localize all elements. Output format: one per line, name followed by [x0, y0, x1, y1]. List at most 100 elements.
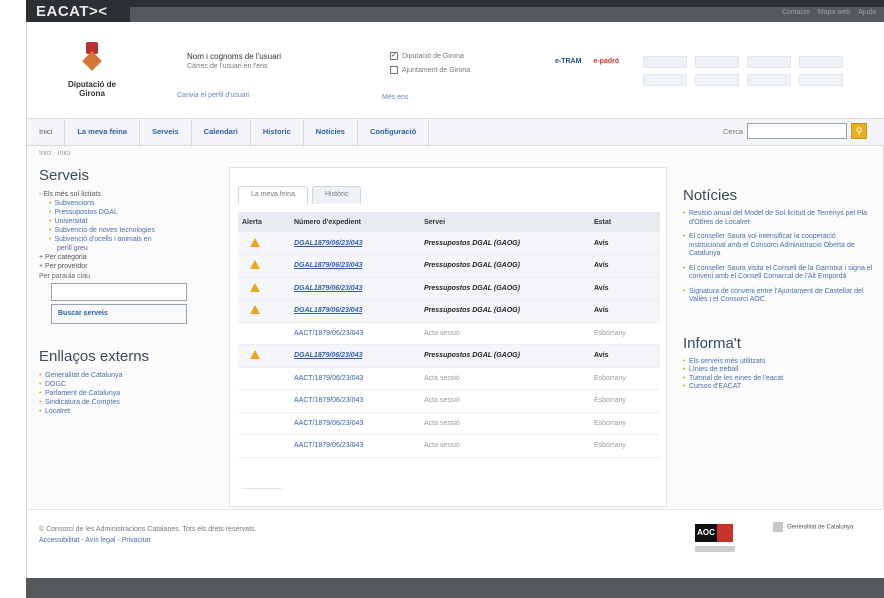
search-input[interactable]	[747, 123, 847, 139]
aoc-logo-mark: AOC	[695, 524, 717, 542]
table-row[interactable]: DGAL1879/06/23/043 Pressupostos DGAL (GAO…	[238, 299, 660, 323]
external-link[interactable]: Localret	[39, 407, 239, 416]
service-link[interactable]: Subvencions	[39, 199, 239, 208]
news-item[interactable]: Signatura de conveni entre l'Ajuntament …	[683, 288, 873, 305]
info-link[interactable]: Tutorial de les eines de l'eacat	[683, 375, 873, 384]
external-link[interactable]: Generalitat de Catalunya	[39, 371, 239, 380]
org-logo[interactable]: Diputació de Girona	[57, 42, 127, 98]
info-link[interactable]: Els serveis més utilitzats	[683, 358, 873, 367]
service-link-continued[interactable]: perill greu	[39, 244, 239, 253]
service-link[interactable]: Subvenció d'ocells i animals en	[39, 235, 239, 244]
entity-option[interactable]: Ajuntament de Girona	[390, 66, 530, 74]
column-header[interactable]: Servei	[420, 212, 590, 232]
expedient-number[interactable]: AACT/1879/06/23/043	[290, 434, 420, 458]
expedient-number[interactable]: DGAL1879/06/23/043	[290, 232, 420, 255]
expedient-number[interactable]: AACT/1879/06/23/043	[290, 412, 420, 435]
search-services-button[interactable]: Buscar serveis	[51, 304, 187, 324]
app-tile[interactable]	[643, 74, 687, 86]
entity-option[interactable]: ✓ Diputació de Girona	[390, 52, 530, 60]
expedient-number[interactable]: AACT/1879/06/23/043	[290, 389, 420, 413]
search-icon[interactable]: ⚲	[851, 123, 867, 139]
alert-cell	[238, 389, 290, 413]
external-link[interactable]: DOGC	[39, 380, 239, 389]
expedient-number[interactable]: DGAL1879/06/23/043	[290, 299, 420, 323]
news-item[interactable]: El conseller Saura vol intensificar la c…	[683, 233, 873, 259]
table-row[interactable]: AACT/1879/06/23/043 Acta sessió Esborrany	[238, 434, 660, 458]
info-link[interactable]: Línies de treball	[683, 366, 873, 375]
aoc-logo-subtitle	[695, 546, 735, 552]
news-item[interactable]: El conseller Saura visita el Consell de …	[683, 265, 873, 282]
bottom-bar	[26, 578, 884, 598]
table-row[interactable]: DGAL1879/06/23/043 Pressupostos DGAL (GAO…	[238, 232, 660, 255]
change-profile-link[interactable]: Canvia el perfil d'usuari	[177, 92, 250, 99]
table-row[interactable]: AACT/1879/06/23/043 Acta sessió Esborrany	[238, 412, 660, 435]
more-entities-link[interactable]: Més ens	[382, 94, 408, 101]
expedient-number[interactable]: DGAL1879/06/23/043	[290, 277, 420, 300]
table-row[interactable]: AACT/1879/06/23/043 Acta sessió Esborrany	[238, 389, 660, 413]
expedient-number[interactable]: DGAL1879/06/23/043	[290, 254, 420, 278]
keyword-input[interactable]	[51, 283, 187, 301]
checkbox-checked[interactable]: ✓	[390, 52, 398, 60]
nav-inici[interactable]: Inici	[27, 119, 66, 147]
service-link[interactable]: Subvenció de noves tecnologies	[39, 226, 239, 235]
breadcrumb[interactable]: Inici · Inici	[39, 150, 70, 157]
top-link-help[interactable]: Ajuda	[858, 9, 876, 16]
table-row[interactable]: AACT/1879/06/23/043 Acta sessió Esborrany	[238, 367, 660, 390]
nav-noticies[interactable]: Notícies	[304, 119, 358, 147]
tab-historic[interactable]: Històric	[311, 186, 362, 204]
by-category-link[interactable]: + Per categoria	[39, 253, 239, 262]
expedient-number[interactable]: AACT/1879/06/23/043	[290, 322, 420, 345]
gencat-logo[interactable]: Generalitat de Catalunya	[773, 522, 853, 532]
warning-icon	[250, 305, 260, 315]
top-link-sitemap[interactable]: Mapa web	[818, 9, 850, 16]
news-item[interactable]: Revisió anual del Model de Sol·licitud d…	[683, 210, 873, 227]
app-tile[interactable]	[799, 74, 843, 86]
service-link[interactable]: Pressupostos DGAL	[39, 208, 239, 217]
table-row[interactable]: DGAL1879/06/23/043 Pressupostos DGAL (GAO…	[238, 254, 660, 278]
tab-la-meva-feina[interactable]: La meva feina	[238, 186, 308, 204]
page: Diputació de Girona Nom i cognoms de l'u…	[26, 22, 884, 578]
app-tile[interactable]	[747, 56, 791, 68]
checkbox-unchecked[interactable]	[390, 66, 398, 74]
alert-cell	[238, 322, 290, 345]
brand-logo[interactable]: EACAT><	[36, 3, 108, 20]
app-tile[interactable]	[747, 74, 791, 86]
nav-la-meva-feina[interactable]: La meva feina	[65, 119, 140, 147]
info-section: Informa't Els serveis més utilitzats Lín…	[683, 335, 873, 392]
expedient-number[interactable]: DGAL1879/06/23/043	[290, 344, 420, 368]
tab-bar: La meva feina Històric	[238, 186, 362, 204]
external-link[interactable]: Parlament de Catalunya	[39, 389, 239, 398]
tasks-table: Alerta Número d'expedient Servei Estat D…	[238, 212, 660, 458]
nav-configuracio[interactable]: Configuració	[358, 119, 430, 147]
top-bar-strip	[130, 7, 884, 22]
padro-logo[interactable]: e-padró	[593, 58, 619, 65]
table-row[interactable]: DGAL1879/06/23/043 Pressupostos DGAL (GAO…	[238, 277, 660, 300]
footer-links[interactable]: Accessibilitat - Avís legal - Privacitat	[39, 537, 151, 544]
app-tile[interactable]	[643, 56, 687, 68]
shield-icon	[80, 42, 104, 76]
service-link[interactable]: Universitat	[39, 217, 239, 226]
table-row[interactable]: DGAL1879/06/23/043 Pressupostos DGAL (GAO…	[238, 344, 660, 368]
state-cell: Avís	[590, 344, 660, 368]
serveis-head[interactable]: - Els més sol·licitats	[39, 190, 239, 199]
column-header[interactable]: Estat	[590, 212, 660, 232]
nav-serveis[interactable]: Serveis	[140, 119, 192, 147]
external-link[interactable]: Sindicatura de Comptes	[39, 398, 239, 407]
top-bar-links: Contacte Mapa web Ajuda	[776, 9, 876, 16]
column-header[interactable]: Alerta	[238, 212, 290, 232]
aoc-logo[interactable]: AOC	[695, 524, 735, 552]
etram-logo[interactable]: e-TRAM	[555, 58, 581, 65]
nav-historic[interactable]: Historic	[251, 119, 304, 147]
info-link[interactable]: Cursos d'EACAT	[683, 383, 873, 392]
expedient-number[interactable]: AACT/1879/06/23/043	[290, 367, 420, 390]
nav-calendari[interactable]: Calendari	[192, 119, 251, 147]
state-cell: Esborrany	[590, 434, 660, 458]
table-row[interactable]: AACT/1879/06/23/043 Acta sessió Esborrany	[238, 322, 660, 345]
top-link-contact[interactable]: Contacte	[782, 9, 810, 16]
service-name: Acta sessió	[420, 434, 590, 458]
column-header[interactable]: Número d'expedient	[290, 212, 420, 232]
app-tile[interactable]	[695, 74, 739, 86]
app-tile[interactable]	[695, 56, 739, 68]
app-tile[interactable]	[799, 56, 843, 68]
by-provider-link[interactable]: + Per proveïdor	[39, 262, 239, 271]
